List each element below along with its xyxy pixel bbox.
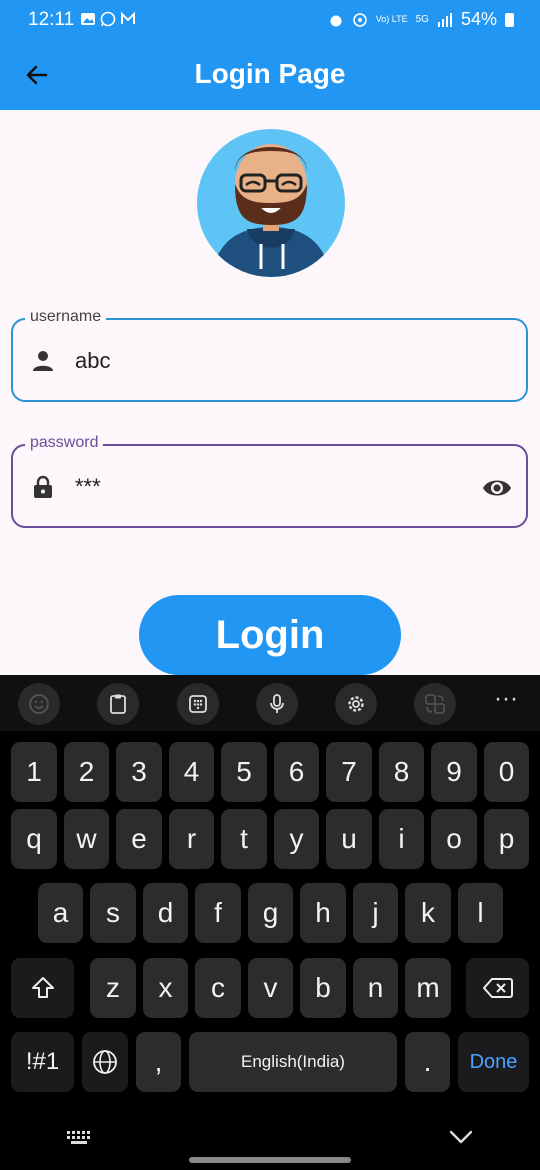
key-i[interactable]: i <box>379 809 424 869</box>
key-d[interactable]: d <box>143 883 188 943</box>
key-e[interactable]: e <box>116 809 162 869</box>
eye-icon[interactable] <box>482 475 512 501</box>
network-label: Vo) LTE <box>375 14 408 24</box>
gmail-icon <box>121 11 135 24</box>
shift-icon <box>31 977 54 998</box>
password-value[interactable]: *** <box>75 474 101 500</box>
key-u[interactable]: u <box>326 809 372 869</box>
symbols-key[interactable]: !#1 <box>11 1032 74 1092</box>
password-label: password <box>25 434 104 452</box>
key-9[interactable]: 9 <box>431 742 477 802</box>
backspace-key[interactable] <box>466 958 529 1018</box>
key-b[interactable]: b <box>300 958 346 1018</box>
settings-icon[interactable] <box>335 683 377 725</box>
signal-label: 5G <box>415 14 429 25</box>
clipboard-icon[interactable] <box>97 683 139 725</box>
key-p[interactable]: p <box>484 809 529 869</box>
key-x[interactable]: x <box>143 958 188 1018</box>
alarm-icon <box>330 15 342 26</box>
key-4[interactable]: 4 <box>169 742 214 802</box>
keypad-icon[interactable] <box>177 683 219 725</box>
status-time: 12:11 <box>28 9 75 30</box>
notification-icons <box>80 11 136 27</box>
signal-icon <box>437 12 452 27</box>
app-bar: Login Page <box>0 40 540 110</box>
home-indicator[interactable] <box>189 1157 351 1163</box>
status-bar: 12:11 Vo) LTE 5G 54% <box>0 0 540 40</box>
login-button[interactable]: Login <box>139 595 401 675</box>
key-2[interactable]: 2 <box>64 742 109 802</box>
app-screen: 12:11 Vo) LTE 5G 54% Login Page username… <box>0 0 540 675</box>
key-a[interactable]: a <box>38 883 83 943</box>
key-w[interactable]: w <box>64 809 109 869</box>
avatar-illustration <box>211 144 331 277</box>
comma-key[interactable]: , <box>136 1032 181 1092</box>
whatsapp-icon <box>100 11 116 27</box>
key-o[interactable]: o <box>431 809 477 869</box>
shift-key[interactable] <box>11 958 74 1018</box>
battery-percent: 54% <box>460 9 497 29</box>
key-c[interactable]: c <box>195 958 241 1018</box>
key-k[interactable]: k <box>405 883 451 943</box>
key-j[interactable]: j <box>353 883 398 943</box>
more-icon[interactable]: ··· <box>492 687 520 717</box>
language-key[interactable] <box>82 1032 128 1092</box>
key-r[interactable]: r <box>169 809 214 869</box>
period-key[interactable]: . <box>405 1032 450 1092</box>
keyboard-hide-icon[interactable] <box>66 1130 92 1146</box>
translate-icon[interactable] <box>414 683 456 725</box>
key-s[interactable]: s <box>90 883 136 943</box>
username-value[interactable]: abc <box>75 348 110 374</box>
globe-icon <box>93 1050 117 1074</box>
lock-icon <box>34 475 52 498</box>
emoji-icon[interactable] <box>18 683 60 725</box>
key-y[interactable]: y <box>274 809 319 869</box>
avatar <box>197 129 345 277</box>
keyboard: ··· 1 2 3 4 5 6 7 8 9 0 q w e r t y u i … <box>0 675 540 1170</box>
username-label: username <box>25 308 107 326</box>
key-g[interactable]: g <box>248 883 293 943</box>
person-icon <box>33 351 53 371</box>
key-f[interactable]: f <box>195 883 241 943</box>
status-right: Vo) LTE 5G 54% <box>328 9 514 30</box>
page-title: Login Page <box>194 58 346 89</box>
key-v[interactable]: v <box>248 958 293 1018</box>
done-key[interactable]: Done <box>458 1032 529 1092</box>
key-h[interactable]: h <box>300 883 346 943</box>
password-field[interactable]: password *** <box>11 434 528 528</box>
mic-icon[interactable] <box>256 683 298 725</box>
chevron-down-icon[interactable] <box>448 1128 474 1146</box>
key-q[interactable]: q <box>11 809 57 869</box>
key-m[interactable]: m <box>405 958 451 1018</box>
key-8[interactable]: 8 <box>379 742 424 802</box>
key-7[interactable]: 7 <box>326 742 372 802</box>
key-0[interactable]: 0 <box>484 742 529 802</box>
key-3[interactable]: 3 <box>116 742 162 802</box>
username-field[interactable]: username abc <box>11 308 528 402</box>
key-z[interactable]: z <box>90 958 136 1018</box>
hotspot-icon <box>352 12 367 27</box>
battery-icon <box>505 12 514 27</box>
key-1[interactable]: 1 <box>11 742 57 802</box>
key-6[interactable]: 6 <box>274 742 319 802</box>
keyboard-toolbar: ··· <box>0 675 540 731</box>
key-5[interactable]: 5 <box>221 742 267 802</box>
key-n[interactable]: n <box>353 958 398 1018</box>
key-t[interactable]: t <box>221 809 267 869</box>
backspace-icon <box>482 978 513 998</box>
gallery-icon <box>81 13 95 25</box>
space-key[interactable]: English(India) <box>189 1032 397 1092</box>
key-l[interactable]: l <box>458 883 503 943</box>
